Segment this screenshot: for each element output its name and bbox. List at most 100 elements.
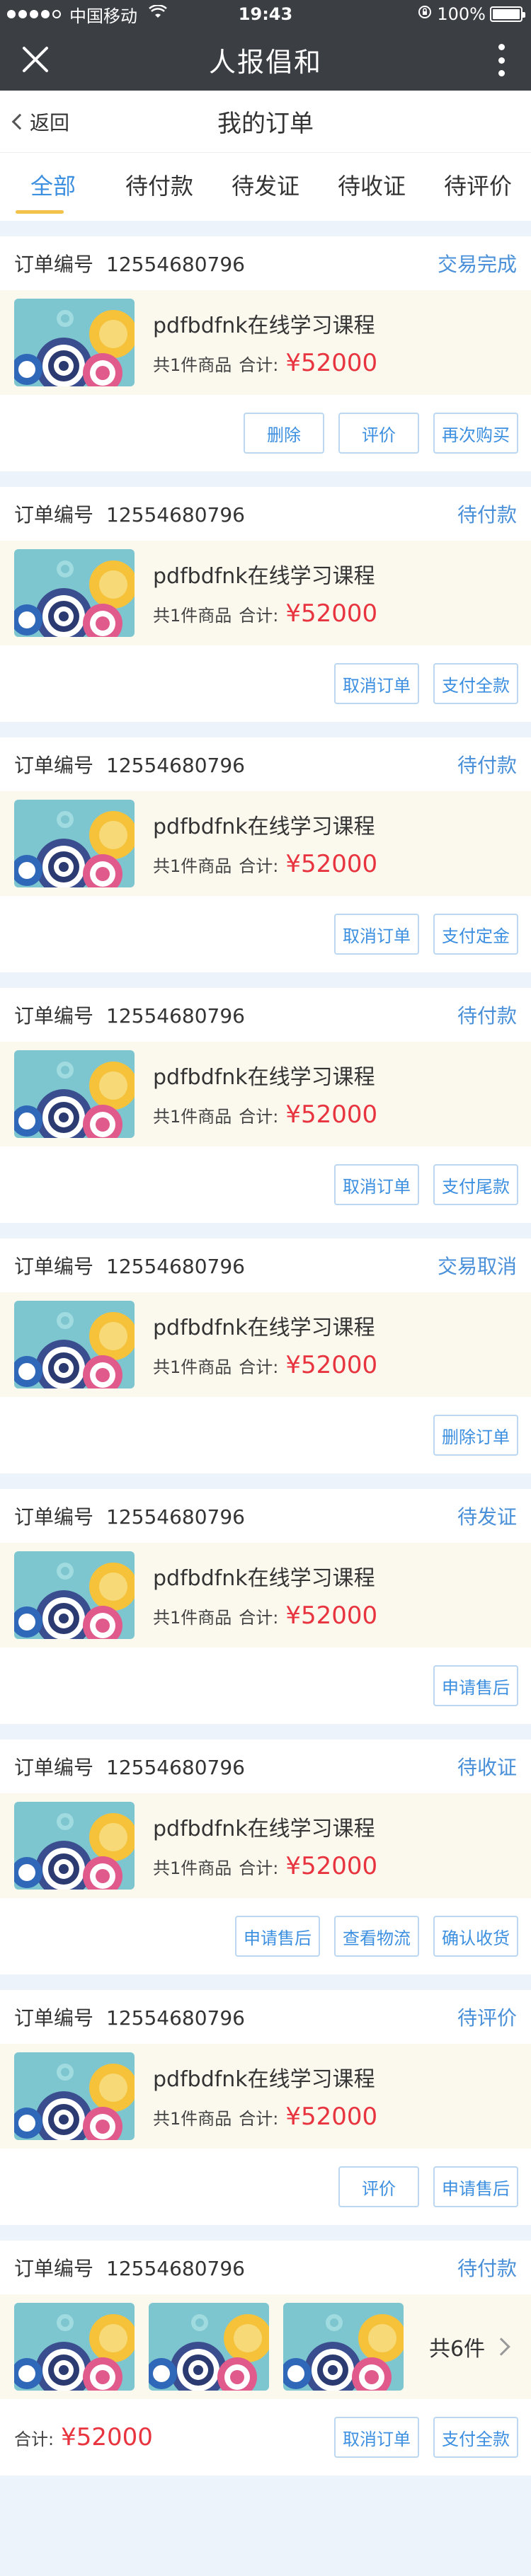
total-label: 合计: [239,606,279,626]
order-status: 待付款 [457,503,517,527]
order-header: 订单编号 12554680796 待发证 [0,1489,531,1543]
pay-deposit-button[interactable]: 支付定金 [433,914,518,955]
item-info: pdfbdfnk在线学习课程 共1件商品 合计: ¥52000 [153,308,377,377]
order-card[interactable]: 订单编号 12554680796 交易完成 pdfbdfnk在线学习课程 共1件商… [0,236,531,471]
order-number: 订单编号 12554680796 [14,750,245,778]
item-meta: 共1件商品 合计: ¥52000 [153,1602,377,1630]
total-label: 合计: [14,2430,55,2449]
item-price: ¥52000 [285,1351,378,1379]
course-thumbnail [14,1802,135,1890]
order-item[interactable]: pdfbdfnk在线学习课程 共1件商品 合计: ¥52000 [0,290,531,395]
buy-again-button[interactable]: 再次购买 [433,413,518,454]
after-sales-button[interactable]: 申请售后 [235,1916,320,1957]
tab-pending-issue[interactable]: 待发证 [212,153,319,217]
battery-label: 100% [437,4,486,24]
item-title: pdfbdfnk在线学习课程 [153,815,375,839]
item-count-label: 共1件商品 [153,2109,232,2129]
order-status: 待评价 [457,2006,517,2030]
item-meta: 共1件商品 合计: ¥52000 [153,599,377,628]
order-number-value: 12554680796 [106,1505,245,1529]
order-number-label: 订单编号 [14,2257,94,2280]
app-title-bar: 人报倡和 [0,28,531,91]
cancel-order-button[interactable]: 取消订单 [334,663,419,704]
pay-balance-button[interactable]: 支付尾款 [433,1164,518,1205]
item-meta: 共1件商品 合计: ¥52000 [153,1100,377,1129]
course-thumbnail [14,2303,135,2391]
order-item[interactable]: pdfbdfnk在线学习课程 共1件商品 合计: ¥52000 [0,1292,531,1397]
pay-full-button[interactable]: 支付全款 [433,2417,518,2458]
item-info: pdfbdfnk在线学习课程 共1件商品 合计: ¥52000 [153,1560,377,1630]
item-title: pdfbdfnk在线学习课程 [153,564,375,589]
order-actions: 取消订单 支付定金 [0,896,531,972]
order-header: 订单编号 12554680796 交易取消 [0,1238,531,1292]
chevron-left-icon [11,113,28,130]
course-thumbnail [14,800,135,887]
order-card[interactable]: 订单编号 12554680796 待付款 pdfbdfnk在线学习课程 共1件商品… [0,988,531,1223]
order-card[interactable]: 订单编号 12554680796 待评价 pdfbdfnk在线学习课程 共1件商品… [0,1990,531,2225]
review-button[interactable]: 评价 [338,413,419,454]
order-actions: 取消订单 支付尾款 [0,1146,531,1223]
back-button[interactable]: 返回 [11,108,69,136]
item-meta: 共1件商品 合计: ¥52000 [153,850,377,878]
close-icon[interactable] [20,44,51,75]
item-count-label: 共1件商品 [153,1357,232,1377]
item-title: pdfbdfnk在线学习课程 [153,1065,375,1090]
order-card[interactable]: 订单编号 12554680796 待付款 pdfbdfnk在线学习课程 共1件商品… [0,487,531,722]
more-menu-icon[interactable] [497,44,506,76]
order-number: 订单编号 12554680796 [14,2003,245,2031]
item-count-label: 共1件商品 [153,1608,232,1628]
cancel-order-button[interactable]: 取消订单 [334,914,419,955]
order-status: 交易取消 [437,1255,517,1278]
after-sales-button[interactable]: 申请售后 [433,2166,518,2207]
order-tabs: 全部 待付款 待发证 待收证 待评价 [0,153,531,221]
order-items-row[interactable]: 共6件 [0,2294,531,2399]
confirm-receipt-button[interactable]: 确认收货 [433,1916,518,1957]
order-header: 订单编号 12554680796 交易完成 [0,236,531,290]
cancel-order-button[interactable]: 取消订单 [334,2417,419,2458]
item-meta: 共1件商品 合计: ¥52000 [153,1351,377,1379]
order-item[interactable]: pdfbdfnk在线学习课程 共1件商品 合计: ¥52000 [0,1042,531,1146]
total-label: 合计: [239,2109,279,2129]
order-card[interactable]: 订单编号 12554680796 待收证 pdfbdfnk在线学习课程 共1件商品… [0,1740,531,1974]
status-right: 100% [417,4,525,24]
order-card[interactable]: 订单编号 12554680796 交易取消 pdfbdfnk在线学习课程 共1件商… [0,1238,531,1473]
order-card[interactable]: 订单编号 12554680796 待付款 pdfbdfnk在线学习课程 共1件商品… [0,737,531,972]
item-price: ¥52000 [285,850,378,878]
item-title: pdfbdfnk在线学习课程 [153,314,375,338]
tab-all[interactable]: 全部 [0,153,106,217]
order-number: 订单编号 12554680796 [14,1251,245,1280]
order-item[interactable]: pdfbdfnk在线学习课程 共1件商品 合计: ¥52000 [0,2044,531,2149]
order-item[interactable]: pdfbdfnk在线学习课程 共1件商品 合计: ¥52000 [0,791,531,896]
item-title: pdfbdfnk在线学习课程 [153,1817,375,1841]
total-label: 合计: [239,1608,279,1628]
after-sales-button[interactable]: 申请售后 [433,1665,518,1706]
cancel-order-button[interactable]: 取消订单 [334,1164,419,1205]
tab-pending-payment[interactable]: 待付款 [106,153,212,217]
order-card[interactable]: 订单编号 12554680796 待发证 pdfbdfnk在线学习课程 共1件商品… [0,1489,531,1724]
delete-button[interactable]: 删除 [244,413,324,454]
review-button[interactable]: 评价 [338,2166,419,2207]
course-thumbnail [14,549,135,637]
tab-pending-review[interactable]: 待评价 [425,153,531,217]
view-logistics-button[interactable]: 查看物流 [334,1916,419,1957]
pay-full-button[interactable]: 支付全款 [433,663,518,704]
page-nav-bar: 返回 我的订单 [0,91,531,153]
order-actions: 申请售后 查看物流 确认收货 [0,1898,531,1974]
order-header: 订单编号 12554680796 待付款 [0,737,531,791]
order-item[interactable]: pdfbdfnk在线学习课程 共1件商品 合计: ¥52000 [0,1793,531,1898]
order-status: 待付款 [457,2257,517,2280]
tab-pending-receipt[interactable]: 待收证 [319,153,425,217]
order-number-label: 订单编号 [14,253,94,276]
battery-icon [490,6,525,22]
course-thumbnail [14,2052,135,2140]
app-title: 人报倡和 [208,46,322,78]
item-price: ¥52000 [285,2103,378,2131]
order-number: 订单编号 12554680796 [14,500,245,528]
order-number-label: 订单编号 [14,1004,94,1028]
delete-order-button[interactable]: 删除订单 [433,1415,518,1456]
order-number-label: 订单编号 [14,2006,94,2030]
order-card-multi[interactable]: 订单编号 12554680796 待付款 共6件 合计: ¥52000 取消订单 … [0,2241,531,2476]
order-item[interactable]: pdfbdfnk在线学习课程 共1件商品 合计: ¥52000 [0,1543,531,1648]
order-item[interactable]: pdfbdfnk在线学习课程 共1件商品 合计: ¥52000 [0,541,531,645]
order-header: 订单编号 12554680796 待收证 [0,1740,531,1793]
